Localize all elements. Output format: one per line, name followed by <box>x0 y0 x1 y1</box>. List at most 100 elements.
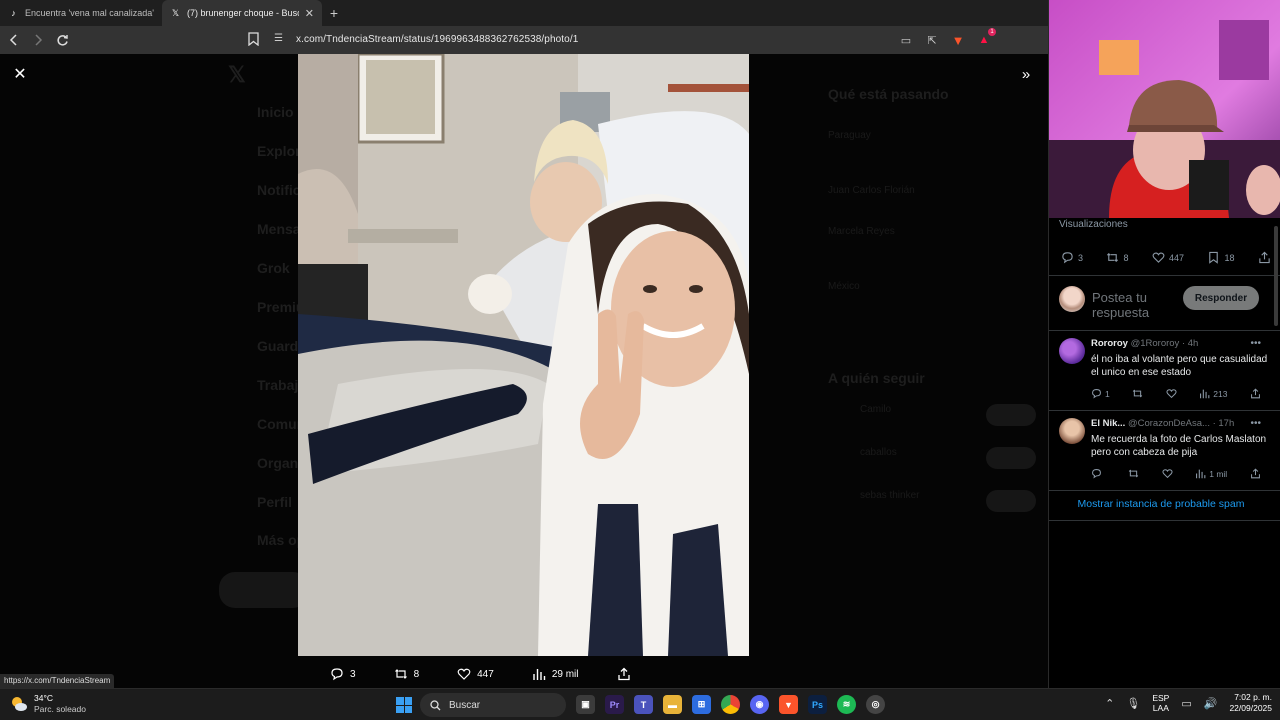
brave-icon[interactable]: ▼ <box>779 695 798 714</box>
repost-icon <box>1133 389 1143 398</box>
hospital-selfie-image <box>298 54 749 656</box>
status-bar-url: https://x.com/TndenciaStream <box>0 674 115 688</box>
reply-icon <box>1062 252 1073 264</box>
back-button[interactable] <box>4 30 24 50</box>
views-action[interactable]: 213 <box>1199 388 1227 399</box>
reply-composer: Postea tu respuesta Responder <box>1059 284 1273 320</box>
tab-x-search[interactable]: 𝕏 (7) brunenger choque - Buscar / ✕ <box>162 0 322 26</box>
reply-author-name[interactable]: Rororoy <box>1091 338 1128 349</box>
network-icon[interactable]: ▭ <box>1181 697 1191 710</box>
chevron-up-icon[interactable]: ⌃ <box>1105 697 1114 710</box>
share-stat[interactable] <box>1258 251 1271 264</box>
divider <box>1049 275 1280 276</box>
scrollbar[interactable] <box>1274 226 1278 326</box>
microphone-icon[interactable]: 🎙 <box>1126 697 1140 710</box>
weather-condition: Parc. soleado <box>34 704 86 714</box>
reply-text: Me recuerda la foto de Carlos Maslaton p… <box>1091 434 1267 458</box>
premiere-pro-icon[interactable]: Pr <box>605 695 624 714</box>
like-action[interactable] <box>1161 468 1173 479</box>
share-icon <box>1259 251 1270 264</box>
more-options-icon[interactable]: ••• <box>1250 418 1261 429</box>
reply-tweet[interactable]: Rororoy @1Rororoy · 4h ••• él no iba al … <box>1049 338 1280 410</box>
partly-sunny-icon <box>10 695 28 713</box>
replies-stat[interactable]: 3 <box>1061 251 1083 264</box>
teams-icon[interactable]: T <box>634 695 653 714</box>
nav-perfil: Perfil <box>257 494 293 510</box>
views-action[interactable]: 29 mil <box>532 667 579 681</box>
likes-stat[interactable]: 447 <box>1152 251 1184 264</box>
share-icon[interactable]: ⇱ <box>924 32 940 48</box>
notification-badge: 1 <box>988 28 996 36</box>
weather-widget[interactable]: 34°C Parc. soleado <box>10 693 86 715</box>
brave-rewards-icon[interactable]: ▲ 1 <box>976 28 996 48</box>
more-options-icon[interactable]: ••• <box>1250 338 1261 349</box>
views-count: 213 <box>1213 388 1228 399</box>
share-action[interactable] <box>617 667 631 681</box>
reply-author-handle[interactable]: @CorazonDeAsa... · 17h <box>1128 418 1234 429</box>
tab-tiktok[interactable]: ♪ Encuentra 'vena mal canalizada' en T <box>0 0 162 26</box>
reply-author-name[interactable]: El Nik... <box>1091 418 1125 429</box>
reply-action[interactable] <box>1091 468 1105 479</box>
volume-icon[interactable]: 🔊 <box>1204 697 1218 710</box>
reply-action[interactable]: 3 <box>330 667 356 681</box>
side-panel: Visualizaciones 3 8 447 18 Postea tu res… <box>1048 0 1280 688</box>
nav-grok: Grok <box>257 260 290 276</box>
follow-button-dimmed <box>986 404 1036 426</box>
language-indicator[interactable]: ESP LAA <box>1152 693 1169 713</box>
share-action[interactable] <box>1250 468 1261 479</box>
reply-author-handle[interactable]: @1Rororoy · 4h <box>1131 338 1199 349</box>
heart-icon <box>1152 252 1165 263</box>
date: 22/09/2025 <box>1229 703 1272 713</box>
views-action[interactable]: 1 mil <box>1195 468 1227 479</box>
bookmark-icon <box>1209 251 1219 264</box>
follow-item: Camilo <box>860 404 892 415</box>
file-explorer-icon[interactable]: ▬ <box>663 695 682 714</box>
brave-shields-icon[interactable]: ▼ <box>950 32 966 48</box>
bookmarks-stat[interactable]: 18 <box>1207 251 1234 264</box>
url-field[interactable]: x.com/TndenciaStream/status/196996348836… <box>296 34 578 45</box>
avatar[interactable] <box>1059 338 1085 364</box>
reposts-stat[interactable]: 8 <box>1106 251 1129 264</box>
repost-action[interactable] <box>1132 388 1143 399</box>
reply-input[interactable]: Postea tu respuesta <box>1092 290 1182 320</box>
windows-start-icon[interactable] <box>396 697 412 713</box>
photoshop-icon[interactable]: Ps <box>808 695 827 714</box>
task-view-icon[interactable]: ▣ <box>576 695 595 714</box>
forward-button[interactable] <box>28 30 48 50</box>
search-icon <box>430 699 441 710</box>
like-action[interactable]: 447 <box>457 667 494 681</box>
repost-action[interactable]: 8 <box>394 667 420 681</box>
repost-icon <box>1128 469 1138 478</box>
share-action[interactable] <box>1250 388 1261 399</box>
bookmark-icon[interactable] <box>248 32 262 48</box>
views-label: Visualizaciones <box>1059 219 1128 230</box>
repost-count: 8 <box>413 668 420 680</box>
taskbar-search[interactable]: Buscar <box>420 693 566 717</box>
new-tab-button[interactable]: + <box>322 5 346 21</box>
obs-icon[interactable]: ◎ <box>866 695 885 714</box>
show-spam-link[interactable]: Mostrar instancia de probable spam <box>1049 498 1273 510</box>
trends-title: Qué está pasando <box>828 86 949 102</box>
tweet-photo[interactable] <box>298 54 749 656</box>
microsoft-store-icon[interactable]: ⊞ <box>692 695 711 714</box>
reply-button[interactable]: Responder <box>1183 286 1259 310</box>
chrome-icon[interactable] <box>721 695 740 714</box>
like-action[interactable] <box>1166 388 1177 399</box>
repost-action[interactable] <box>1128 468 1139 479</box>
views-chart-icon <box>1200 389 1210 399</box>
reload-button[interactable] <box>52 30 72 50</box>
reply-count: 1 <box>1105 388 1110 399</box>
discord-icon[interactable]: ◉ <box>750 695 769 714</box>
close-tab-icon[interactable]: ✕ <box>305 7 314 20</box>
close-viewer-button[interactable]: ✕ <box>10 64 30 84</box>
reply-tweet[interactable]: El Nik... @CorazonDeAsa... · 17h ••• Me … <box>1049 418 1280 490</box>
expand-panel-button[interactable]: » <box>1016 64 1036 84</box>
site-info-icon[interactable]: ☰ <box>274 33 283 44</box>
heart-icon <box>1161 469 1173 479</box>
cast-icon[interactable]: ▭ <box>898 32 914 48</box>
reply-action[interactable]: 1 <box>1091 388 1110 399</box>
avatar[interactable] <box>1059 418 1085 444</box>
spotify-icon[interactable]: ≋ <box>837 695 856 714</box>
clock[interactable]: 7:02 p. m. 22/09/2025 <box>1229 692 1272 714</box>
tab-label: Encuentra 'vena mal canalizada' en T <box>25 8 154 18</box>
